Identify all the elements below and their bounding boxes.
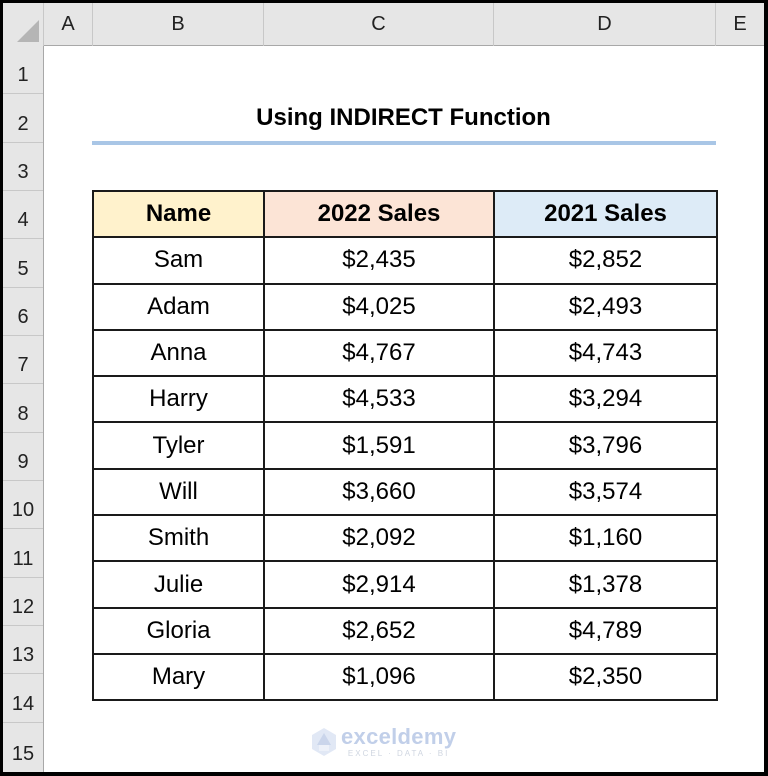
exceldemy-logo-icon [311,727,337,757]
header-cell-name[interactable]: Name [92,189,265,239]
cell-2022-sales[interactable]: $2,435 [263,236,495,285]
table-row: Tyler $1,591 $3,796 [92,421,718,470]
row-header-13[interactable]: 13 [3,626,43,674]
cell-2021-sales[interactable]: $2,852 [493,236,718,285]
select-all-triangle-icon [17,20,39,42]
row-header-14[interactable]: 14 [3,674,43,723]
cell-name[interactable]: Smith [92,514,265,563]
table-row: Adam $4,025 $2,493 [92,282,718,331]
row-header-8[interactable]: 8 [3,384,43,433]
cell-2021-sales[interactable]: $1,378 [493,560,718,609]
table-row: Smith $2,092 $1,160 [92,514,718,563]
sales-table: Name 2022 Sales 2021 Sales Sam $2,435 $2,8… [92,189,718,702]
cell-name[interactable]: Gloria [92,606,265,655]
cell-2022-sales[interactable]: $2,652 [263,606,495,655]
column-header-b[interactable]: B [93,3,264,46]
cell-2021-sales[interactable]: $1,160 [493,514,718,563]
header-cell-2022-sales[interactable]: 2022 Sales [263,189,495,239]
column-header-c[interactable]: C [264,3,494,46]
cell-name[interactable]: Sam [92,236,265,285]
row-header-10[interactable]: 10 [3,481,43,529]
cell-2022-sales[interactable]: $4,767 [263,328,495,378]
cell-name[interactable]: Anna [92,328,265,378]
row-header-bar: 1 2 3 4 5 6 7 8 9 10 11 12 13 14 15 [3,46,44,772]
table-row: Julie $2,914 $1,378 [92,560,718,609]
table-header-row: Name 2022 Sales 2021 Sales [92,189,718,239]
cell-2022-sales[interactable]: $4,025 [263,282,495,331]
cell-2022-sales[interactable]: $1,591 [263,421,495,470]
row-header-4[interactable]: 4 [3,191,43,239]
row-header-11[interactable]: 11 [3,529,43,578]
row-header-7[interactable]: 7 [3,336,43,384]
table-row: Harry $4,533 $3,294 [92,375,718,424]
cell-2022-sales[interactable]: $4,533 [263,375,495,424]
cell-name[interactable]: Mary [92,652,265,702]
cell-name[interactable]: Tyler [92,421,265,470]
row-header-9[interactable]: 9 [3,433,43,481]
select-all-button[interactable] [3,3,44,46]
row-header-3[interactable]: 3 [3,143,43,191]
watermark-tagline: EXCEL · DATA · BI [347,749,450,758]
watermark: exceldemy EXCEL · DATA · BI [311,726,456,758]
cell-2021-sales[interactable]: $4,789 [493,606,718,655]
watermark-name: exceldemy [341,724,457,749]
row-header-5[interactable]: 5 [3,239,43,288]
table-row: Gloria $2,652 $4,789 [92,606,718,655]
column-header-bar: A B C D E [3,3,764,46]
row-header-1[interactable]: 1 [3,46,43,94]
table-row: Will $3,660 $3,574 [92,467,718,517]
cell-2022-sales[interactable]: $2,914 [263,560,495,609]
title-underline [92,141,716,145]
column-header-a[interactable]: A [44,3,93,46]
cell-2021-sales[interactable]: $3,796 [493,421,718,470]
row-header-2[interactable]: 2 [3,94,43,143]
row-header-15[interactable]: 15 [3,723,43,772]
table-row: Sam $2,435 $2,852 [92,236,718,285]
cell-2021-sales[interactable]: $3,294 [493,375,718,424]
cell-2022-sales[interactable]: $1,096 [263,652,495,702]
cell-2021-sales[interactable]: $3,574 [493,467,718,517]
cell-2021-sales[interactable]: $2,493 [493,282,718,331]
spreadsheet-window: A B C D E 1 2 3 4 5 6 7 8 9 10 11 12 13 … [3,3,764,772]
cell-name[interactable]: Adam [92,282,265,331]
row-header-6[interactable]: 6 [3,288,43,336]
cell-name[interactable]: Will [92,467,265,517]
column-header-d[interactable]: D [494,3,716,46]
row-header-12[interactable]: 12 [3,578,43,626]
column-header-e[interactable]: E [716,3,764,46]
cell-2021-sales[interactable]: $4,743 [493,328,718,378]
header-cell-2021-sales[interactable]: 2021 Sales [493,189,718,239]
table-row: Anna $4,767 $4,743 [92,328,718,378]
table-row: Mary $1,096 $2,350 [92,652,718,702]
cell-2022-sales[interactable]: $2,092 [263,514,495,563]
cell-2022-sales[interactable]: $3,660 [263,467,495,517]
cell-name[interactable]: Julie [92,560,265,609]
cell-name[interactable]: Harry [92,375,265,424]
sheet-title: Using INDIRECT Function [256,104,551,131]
cell-2021-sales[interactable]: $2,350 [493,652,718,702]
